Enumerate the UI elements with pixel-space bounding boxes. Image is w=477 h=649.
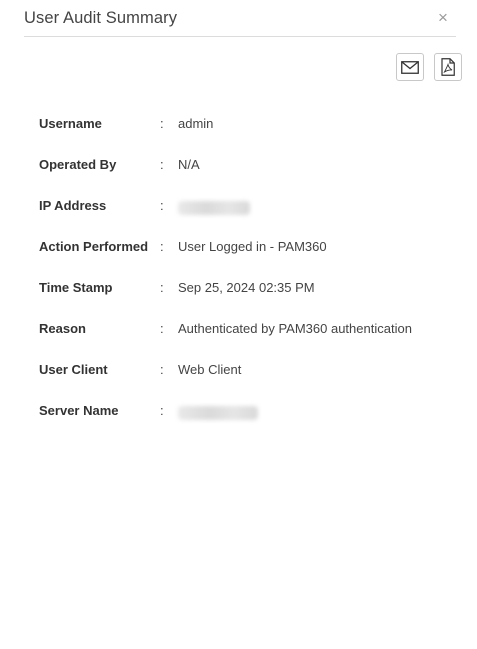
detail-value-redacted [178, 198, 250, 215]
mail-icon [401, 60, 419, 74]
detail-value: Sep 25, 2024 02:35 PM [178, 280, 315, 295]
detail-value: Authenticated by PAM360 authentication [178, 321, 412, 336]
detail-label: Username [39, 116, 102, 131]
detail-separator: : [160, 198, 164, 213]
detail-label: Reason [39, 321, 86, 336]
detail-row-username: Username : admin [39, 113, 459, 154]
detail-value-redacted [178, 403, 258, 420]
audit-details-list: Username : admin Operated By : N/A IP Ad… [39, 113, 459, 441]
detail-label: Action Performed [39, 239, 149, 254]
dialog-title: User Audit Summary [24, 9, 178, 27]
detail-separator: : [160, 157, 164, 172]
detail-row-ip-address: IP Address : [39, 195, 459, 236]
redacted-server-name [178, 405, 258, 420]
detail-value: Web Client [178, 362, 242, 377]
detail-separator: : [160, 280, 164, 295]
detail-row-action-performed: Action Performed : User Logged in - PAM3… [39, 236, 459, 277]
detail-row-time-stamp: Time Stamp : Sep 25, 2024 02:35 PM [39, 277, 459, 318]
detail-value: N/A [178, 157, 200, 172]
detail-row-operated-by: Operated By : N/A [39, 154, 459, 195]
redacted-ip-address [178, 200, 250, 215]
detail-label: Server Name [39, 403, 119, 418]
detail-separator: : [160, 239, 164, 254]
detail-row-server-name: Server Name : [39, 400, 459, 441]
detail-label: User Client [39, 362, 108, 377]
dialog-header: User Audit Summary × [24, 0, 456, 37]
email-button[interactable] [396, 53, 424, 81]
pdf-icon [441, 58, 455, 76]
detail-separator: : [160, 403, 164, 418]
detail-value: User Logged in - PAM360 [178, 239, 327, 254]
detail-label: IP Address [39, 198, 107, 213]
detail-row-reason: Reason : Authenticated by PAM360 authent… [39, 318, 459, 359]
audit-summary-dialog: User Audit Summary × Username : admin Op… [0, 0, 477, 649]
detail-separator: : [160, 116, 164, 131]
detail-label: Time Stamp [39, 280, 113, 295]
export-pdf-button[interactable] [434, 53, 462, 81]
detail-row-user-client: User Client : Web Client [39, 359, 459, 400]
detail-separator: : [160, 362, 164, 377]
detail-separator: : [160, 321, 164, 336]
close-button[interactable]: × [436, 8, 450, 28]
detail-value: admin [178, 116, 214, 131]
detail-label: Operated By [39, 157, 117, 172]
